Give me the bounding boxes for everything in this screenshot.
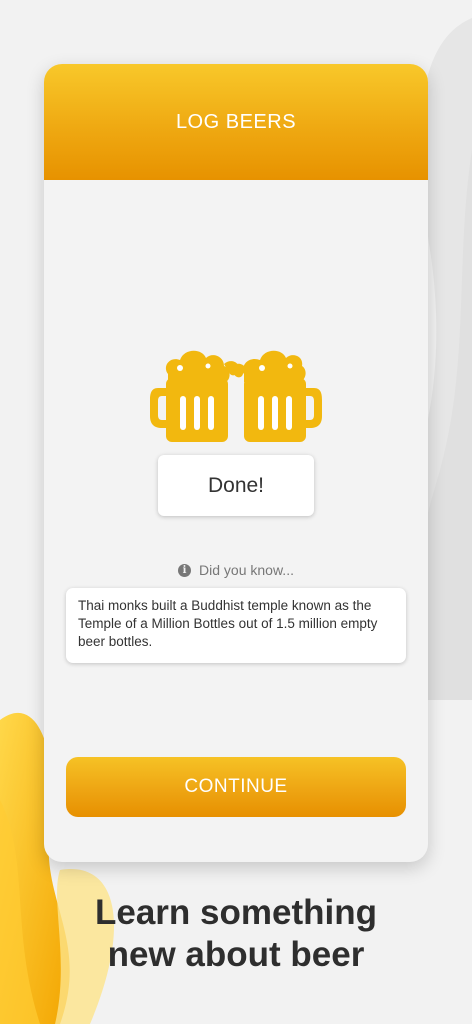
card-header: LOG BEERS [44, 64, 428, 180]
beer-mugs-cheers-icon [150, 350, 322, 442]
did-you-know-label: i Did you know... [44, 560, 428, 580]
did-you-know-text: Did you know... [199, 562, 294, 578]
page-title: LOG BEERS [175, 110, 297, 133]
tagline-line-2: new about beer [107, 935, 365, 974]
info-icon: i [178, 563, 192, 577]
done-button[interactable]: Done! [158, 455, 314, 516]
continue-button[interactable]: CONTINUE [66, 757, 406, 817]
tagline-line-1: Learn something [95, 893, 377, 932]
log-beers-card: LOG BEERS Done! i Did you know... Thai m… [44, 64, 428, 862]
fact-box: Thai monks built a Buddhist temple known… [66, 588, 406, 663]
tagline: Learn something new about beer [0, 892, 472, 976]
